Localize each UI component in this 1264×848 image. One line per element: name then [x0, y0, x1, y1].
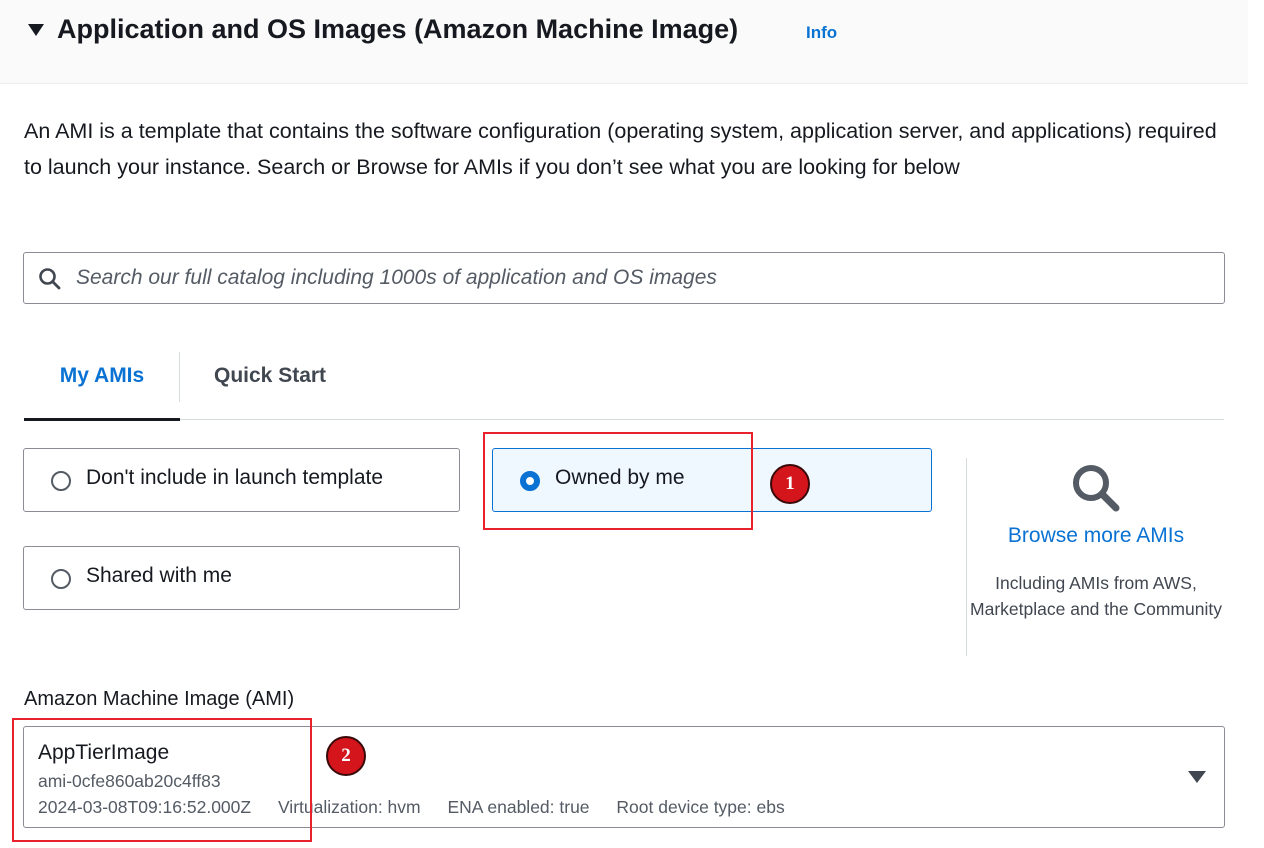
tab-divider: [179, 352, 180, 402]
dropdown-caret-icon[interactable]: [1188, 771, 1206, 783]
radio-shared-with-me[interactable]: [51, 569, 71, 589]
option-label: Shared with me: [86, 564, 232, 587]
annotation-badge: 2: [326, 736, 366, 776]
annotation-highlight-box: [483, 432, 753, 530]
browse-subtext: Including AMIs from AWS, Marketplace and…: [970, 573, 1222, 619]
option-dont-include[interactable]: Don't include in launch template: [23, 448, 460, 512]
ami-search-box[interactable]: [23, 252, 1225, 304]
caret-down-icon[interactable]: [28, 24, 44, 36]
search-input[interactable]: [76, 262, 1206, 294]
browse-more-amis-link[interactable]: Browse more AMIs: [968, 524, 1224, 548]
section-header: Application and OS Images (Amazon Machin…: [0, 0, 1248, 84]
annotation-highlight-box: [12, 718, 312, 842]
browse-divider: [966, 458, 967, 656]
option-label: Don't include in launch template: [86, 466, 384, 489]
ami-field-label: Amazon Machine Image (AMI): [24, 688, 295, 710]
magnifier-icon[interactable]: [1070, 462, 1122, 514]
ami-tabs: My AMIs Quick Start: [24, 348, 1224, 421]
ami-root-device: Root device type: ebs: [616, 797, 785, 817]
ami-ena: ENA enabled: true: [447, 797, 590, 817]
tab-quick-start[interactable]: Quick Start: [214, 348, 326, 420]
tab-my-amis[interactable]: My AMIs: [24, 348, 180, 421]
search-icon: [39, 268, 61, 290]
info-link[interactable]: Info: [806, 23, 837, 43]
radio-dont-include[interactable]: [51, 471, 71, 491]
option-shared-with-me[interactable]: Shared with me: [23, 546, 460, 610]
section-description: An AMI is a template that contains the s…: [24, 119, 1217, 179]
section-title: Application and OS Images (Amazon Machin…: [57, 14, 739, 44]
annotation-badge: 1: [770, 464, 810, 504]
